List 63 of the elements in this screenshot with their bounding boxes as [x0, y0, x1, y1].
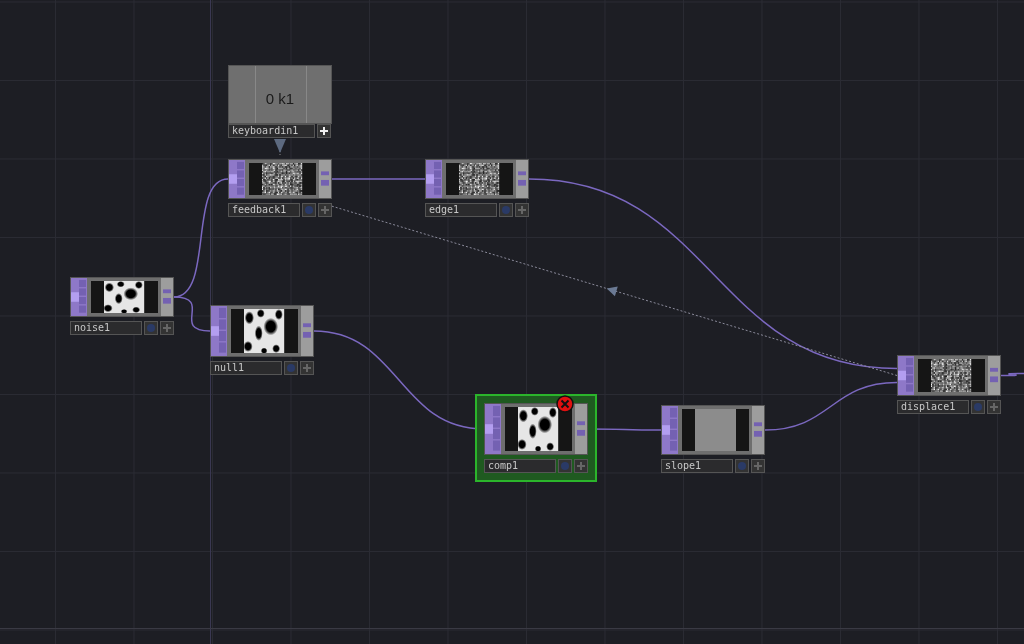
node-name-label[interactable]: noise1 [70, 321, 142, 335]
plus-icon [754, 462, 762, 470]
preview-image [459, 163, 500, 195]
output-connector-drawing [301, 306, 313, 356]
plus-icon [990, 403, 998, 411]
viewer-toggle-button[interactable] [499, 203, 513, 217]
preview-image [695, 409, 736, 451]
plus-icon [163, 324, 171, 332]
preview-image [931, 359, 972, 392]
dot-icon [738, 462, 746, 470]
input-flags-drawing [662, 406, 678, 454]
plus-icon [321, 206, 329, 214]
viewer-toggle-button[interactable] [558, 459, 572, 473]
input-flags-drawing [211, 306, 227, 356]
node-name-label[interactable]: null1 [210, 361, 282, 375]
operator-node[interactable] [897, 355, 1001, 396]
preview-image [262, 163, 303, 195]
node-name-label[interactable]: edge1 [425, 203, 497, 217]
preview-image [244, 309, 285, 353]
input-flags-drawing [426, 160, 442, 198]
plus-button[interactable] [317, 124, 331, 138]
input-flags-drawing [898, 356, 914, 395]
node-name-label[interactable]: feedback1 [228, 203, 300, 217]
viewer-toggle-button[interactable] [284, 361, 298, 375]
viewer-toggle-button[interactable] [971, 400, 985, 414]
operator-node[interactable] [425, 159, 529, 199]
channel-value: 0 k1 [265, 89, 295, 110]
input-flags-drawing [229, 160, 245, 198]
dot-icon [287, 364, 295, 372]
operator-node[interactable] [70, 277, 174, 317]
operator-node[interactable] [484, 403, 588, 455]
plus-icon [303, 364, 311, 372]
preview-image [518, 407, 559, 451]
output-connector-drawing [575, 404, 587, 454]
wire [1000, 372, 1024, 377]
preview-image [104, 281, 145, 313]
operator-node[interactable]: 0 k1 [228, 65, 332, 124]
output-connector-drawing [319, 160, 331, 198]
input-flags-drawing [485, 404, 501, 454]
viewer-toggle-button[interactable] [144, 321, 158, 335]
export-arrow [274, 138, 286, 158]
viewer-toggle-button[interactable] [302, 203, 316, 217]
input-flags-drawing [71, 278, 87, 316]
node-name-label[interactable]: displace1 [897, 400, 969, 414]
node-name-label[interactable]: comp1 [484, 459, 556, 473]
output-connector-drawing [161, 278, 173, 316]
operator-node[interactable] [661, 405, 765, 455]
operator-node[interactable] [210, 305, 314, 357]
viewer-toggle-button[interactable] [735, 459, 749, 473]
operator-node[interactable] [228, 159, 332, 199]
node-name-label[interactable]: slope1 [661, 459, 733, 473]
output-connector-drawing [752, 406, 764, 454]
output-connector-drawing [516, 160, 528, 198]
dot-icon [974, 403, 982, 411]
dot-icon [561, 462, 569, 470]
dot-icon [147, 324, 155, 332]
plus-icon [577, 462, 585, 470]
plus-icon [320, 127, 328, 135]
node-name-label[interactable]: keyboardin1 [228, 124, 315, 138]
output-connector-drawing [988, 356, 1000, 395]
plus-icon [518, 206, 526, 214]
dot-icon [502, 206, 510, 214]
dot-icon [305, 206, 313, 214]
